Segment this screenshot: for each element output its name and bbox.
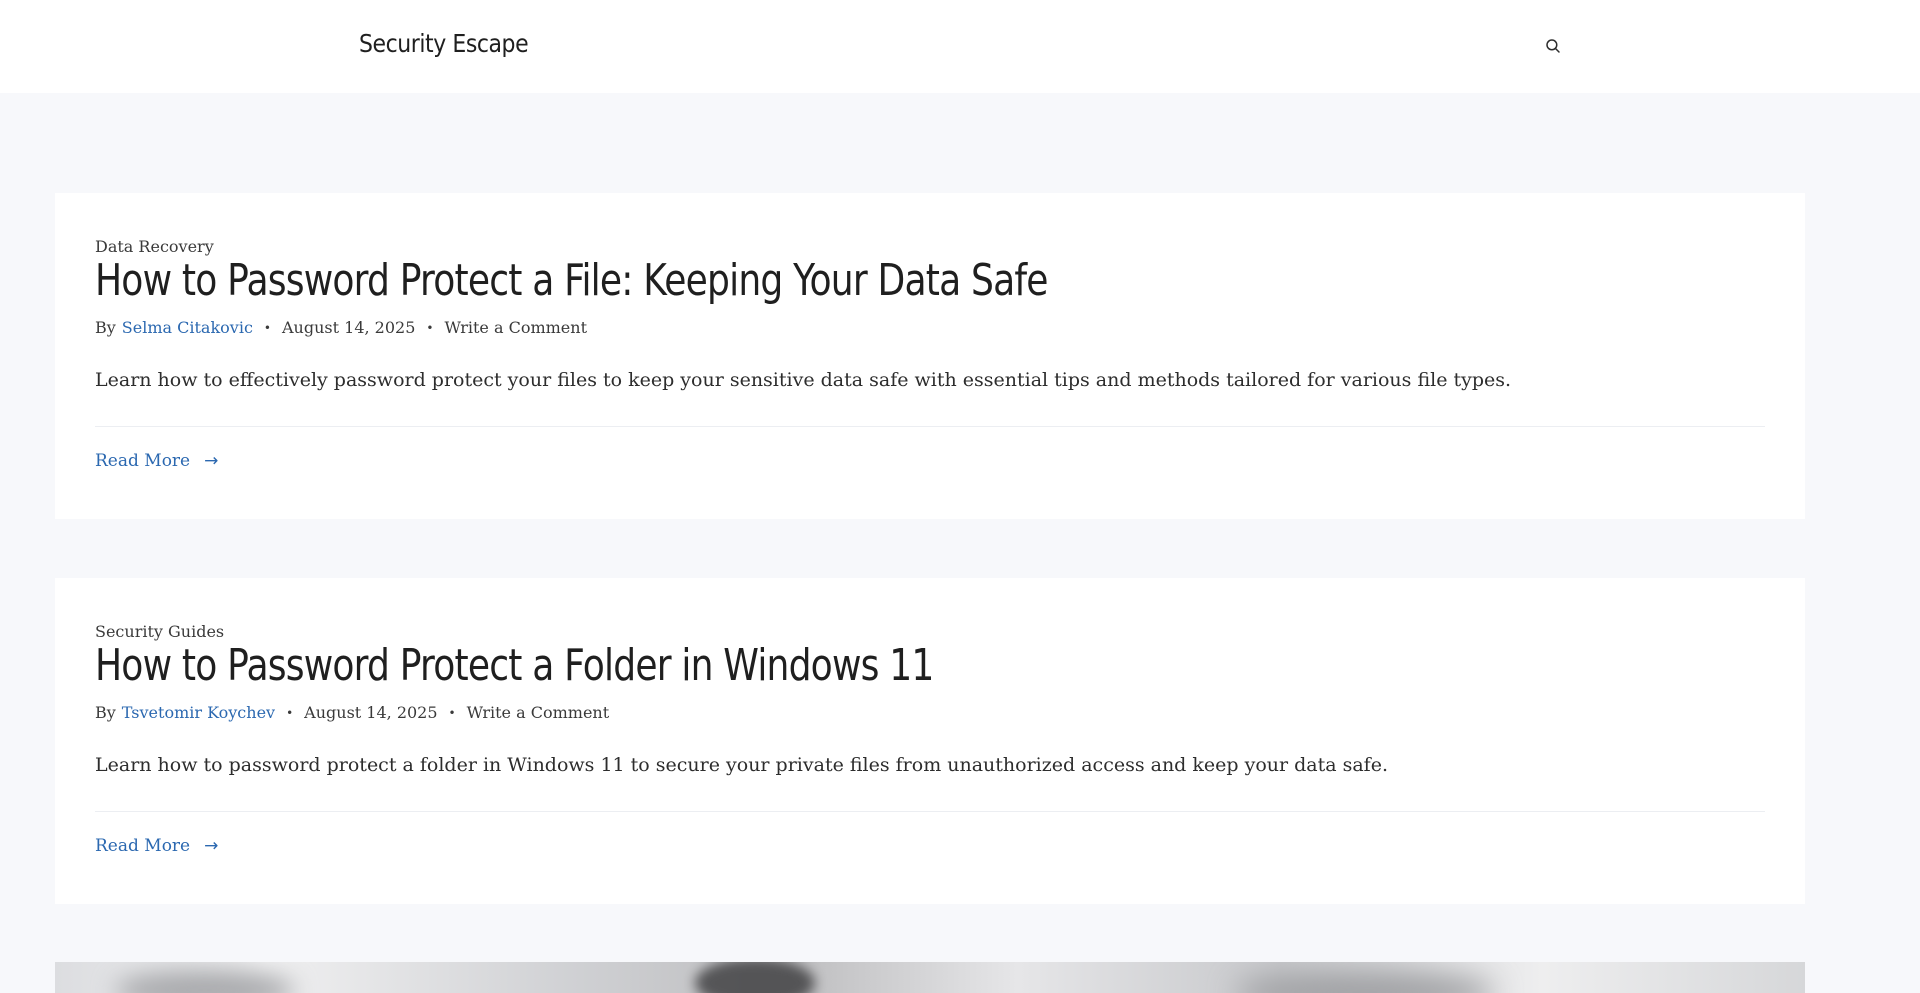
post-featured-image[interactable] [55, 962, 1805, 993]
post-category-link[interactable]: Data Recovery [95, 237, 214, 256]
read-more-label: Read More [95, 451, 191, 471]
post-date: August 14, 2025 [304, 703, 438, 722]
divider [95, 426, 1765, 427]
post-card: Security Guides How to Password Protect … [55, 578, 1805, 904]
read-more-link[interactable]: Read More → [95, 451, 218, 471]
byline-label: By [95, 318, 116, 337]
post-excerpt: Learn how to effectively password protec… [95, 369, 1512, 391]
site-header: Security Escape [0, 0, 1920, 93]
comment-link[interactable]: Write a Comment [467, 703, 610, 722]
arrow-right-icon: → [204, 836, 219, 856]
post-title[interactable]: How to Password Protect a File: Keeping … [95, 255, 1048, 306]
image-shape [115, 970, 295, 993]
search-icon [1546, 39, 1560, 53]
read-more-link[interactable]: Read More → [95, 836, 218, 856]
image-shape [1235, 972, 1495, 993]
post-meta: By Selma Citakovic • August 14, 2025 • W… [95, 318, 587, 337]
meta-separator: • [426, 320, 434, 335]
meta-separator: • [263, 320, 271, 335]
post-title[interactable]: How to Password Protect a Folder in Wind… [95, 640, 934, 691]
divider [95, 811, 1765, 812]
post-category-link[interactable]: Security Guides [95, 622, 224, 641]
byline-label: By [95, 703, 116, 722]
image-shape [695, 962, 815, 993]
author-link[interactable]: Tsvetomir Koychev [122, 703, 275, 722]
post-meta: By Tsvetomir Koychev • August 14, 2025 •… [95, 703, 609, 722]
arrow-right-icon: → [204, 451, 219, 471]
site-title[interactable]: Security Escape [359, 29, 529, 58]
read-more-label: Read More [95, 836, 191, 856]
comment-link[interactable]: Write a Comment [444, 318, 587, 337]
search-button[interactable] [1541, 34, 1565, 58]
post-card: Data Recovery How to Password Protect a … [55, 193, 1805, 519]
meta-separator: • [448, 705, 456, 720]
author-link[interactable]: Selma Citakovic [122, 318, 253, 337]
post-excerpt: Learn how to password protect a folder i… [95, 754, 1389, 776]
meta-separator: • [286, 705, 294, 720]
post-date: August 14, 2025 [282, 318, 416, 337]
